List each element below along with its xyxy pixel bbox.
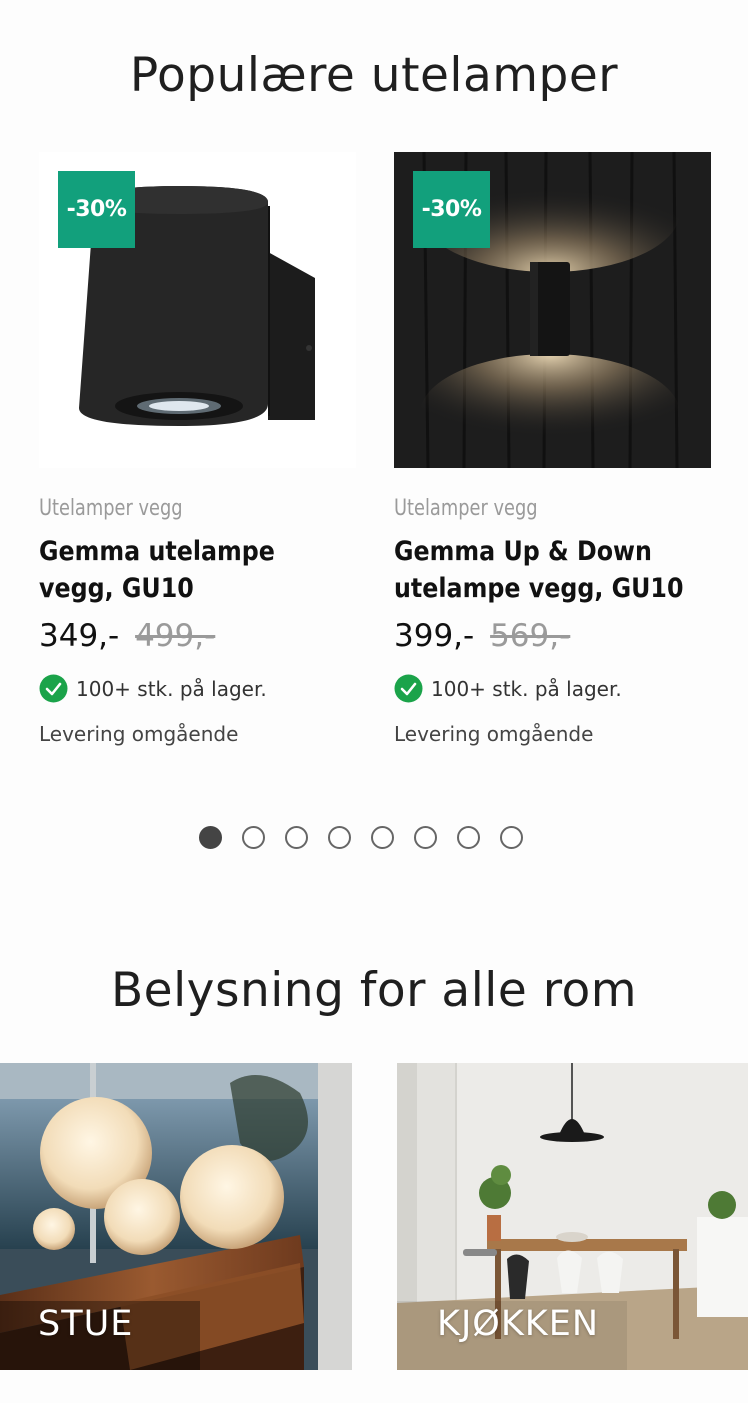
product-category[interactable]: Utelamper vegg bbox=[394, 496, 538, 521]
section-title-rooms: Belysning for alle rom bbox=[110, 963, 638, 1018]
product-name[interactable]: Gemma utelampe vegg, GU10 bbox=[39, 533, 338, 607]
product-image[interactable]: -30% bbox=[394, 152, 711, 468]
product-card[interactable]: -30% Utelamper vegg Gemma Up & Down utel… bbox=[394, 152, 711, 772]
current-price: 349,- bbox=[39, 618, 120, 654]
section-title-popular: Populære utelamper bbox=[129, 48, 619, 103]
stock-status: 100+ stk. på lager. bbox=[39, 674, 267, 703]
stock-status: 100+ stk. på lager. bbox=[394, 674, 622, 703]
room-tile-kjokken[interactable]: KJØKKEN bbox=[397, 1063, 748, 1370]
product-category[interactable]: Utelamper vegg bbox=[39, 496, 183, 521]
room-label: KJØKKEN bbox=[437, 1304, 600, 1344]
room-tile-stue[interactable]: STUE bbox=[0, 1063, 352, 1370]
original-price: 499,- bbox=[135, 618, 216, 654]
check-circle-icon bbox=[39, 674, 68, 703]
page: Populære utelamper -30% Utelamper vegg G… bbox=[0, 0, 748, 1403]
stock-text: 100+ stk. på lager. bbox=[76, 676, 267, 701]
product-card[interactable]: -30% Utelamper vegg Gemma utelampe vegg,… bbox=[39, 152, 356, 772]
discount-badge: -30% bbox=[413, 171, 490, 248]
delivery-text: Levering omgående bbox=[394, 722, 594, 746]
price-row: 399,- 569,- bbox=[394, 618, 570, 654]
carousel-dot[interactable] bbox=[242, 826, 265, 849]
carousel-dot[interactable] bbox=[457, 826, 480, 849]
discount-badge: -30% bbox=[58, 171, 135, 248]
carousel-dot[interactable] bbox=[199, 826, 222, 849]
product-name[interactable]: Gemma Up & Down utelampe vegg, GU10 bbox=[394, 533, 693, 607]
carousel-pagination bbox=[199, 826, 543, 849]
carousel-dot[interactable] bbox=[285, 826, 308, 849]
carousel-dot[interactable] bbox=[414, 826, 437, 849]
stock-text: 100+ stk. på lager. bbox=[431, 676, 622, 701]
carousel-dot[interactable] bbox=[500, 826, 523, 849]
room-label: STUE bbox=[38, 1304, 134, 1344]
carousel-dot[interactable] bbox=[371, 826, 394, 849]
product-image[interactable]: -30% bbox=[39, 152, 356, 468]
carousel-dot[interactable] bbox=[328, 826, 351, 849]
delivery-text: Levering omgående bbox=[39, 722, 239, 746]
current-price: 399,- bbox=[394, 618, 475, 654]
price-row: 349,- 499,- bbox=[39, 618, 215, 654]
check-circle-icon bbox=[394, 674, 423, 703]
original-price: 569,- bbox=[490, 618, 571, 654]
